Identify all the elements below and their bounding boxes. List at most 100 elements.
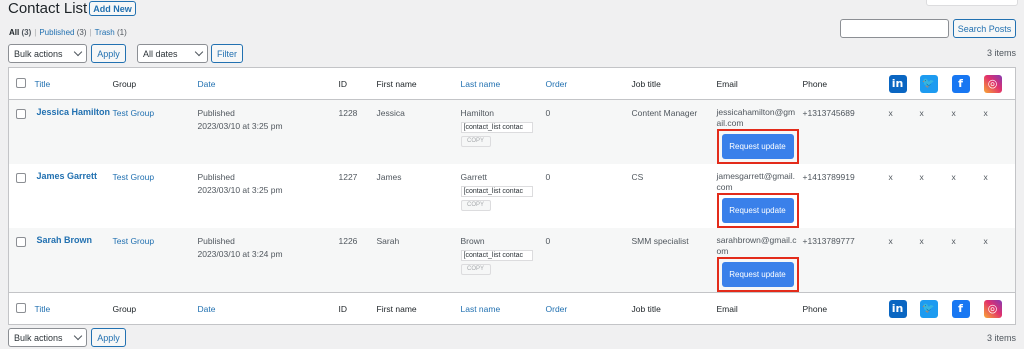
column-email: Email <box>716 303 738 314</box>
top-partial-input[interactable] <box>926 0 1018 6</box>
copy-button[interactable]: COPY <box>460 200 491 211</box>
status-text: Published <box>197 236 235 246</box>
instagram-value: x <box>983 172 988 182</box>
items-count-top: 3 items <box>987 48 1017 58</box>
chevron-down-icon <box>194 47 204 57</box>
last-name-text: Garrett <box>460 172 487 182</box>
view-separator: | <box>34 28 37 37</box>
apply-button-bottom[interactable]: Apply <box>91 328 126 347</box>
twitter-icon: 🐦 <box>919 299 938 318</box>
linkedin-icon: in <box>888 74 907 93</box>
copy-button[interactable]: COPY <box>460 264 491 275</box>
twitter-value: x <box>919 236 924 246</box>
view-separator: | <box>89 28 92 37</box>
apply-button[interactable]: Apply <box>91 44 126 63</box>
column-job-title: Job title <box>631 303 661 314</box>
linkedin-icon: in <box>888 299 907 318</box>
column-id: ID <box>338 78 348 89</box>
linkedin-value: x <box>888 236 893 246</box>
column-id: ID <box>338 303 348 314</box>
table-row: Jessica Hamilton Test Group Published 202… <box>8 99 1016 164</box>
column-title[interactable]: Title <box>35 304 51 314</box>
date-filter-value: All dates <box>143 48 178 59</box>
date-text: 2023/03/10 at 3:25 pm <box>197 121 283 131</box>
items-count-bottom: 3 items <box>987 333 1017 343</box>
date-text: 2023/03/10 at 3:24 pm <box>197 249 283 259</box>
row-title-link[interactable]: James Garrett <box>37 171 98 181</box>
column-group: Group <box>112 303 137 314</box>
column-order[interactable]: Order <box>546 79 568 89</box>
view-trash[interactable]: Trash (1) <box>95 28 127 37</box>
bulk-actions-select[interactable]: Bulk actions <box>8 44 87 63</box>
last-name-text: Hamilton <box>460 108 495 118</box>
column-phone: Phone <box>802 303 828 314</box>
status-text: Published <box>197 108 235 118</box>
facebook-value: x <box>951 172 956 182</box>
select-all-checkbox[interactable] <box>16 302 26 313</box>
linkedin-value: x <box>888 172 893 182</box>
column-order[interactable]: Order <box>546 304 568 314</box>
column-first-name: First name <box>376 303 417 314</box>
column-last-name[interactable]: Last name <box>461 304 501 314</box>
view-all[interactable]: All (3) <box>9 28 31 37</box>
filter-button[interactable]: Filter <box>211 44 243 63</box>
bulk-actions-select-bottom[interactable]: Bulk actions <box>8 328 87 347</box>
group-link[interactable]: Test Group <box>113 236 155 246</box>
group-link[interactable]: Test Group <box>113 172 155 182</box>
email-text: jessicahamilton@gmail.com <box>716 107 796 128</box>
shortcode-field[interactable]: [contact_list contac <box>460 250 533 261</box>
table-footer-row: Title Group Date ID First name Last name… <box>8 292 1016 325</box>
shortcode-field[interactable]: [contact_list contac <box>460 122 533 133</box>
column-phone: Phone <box>802 78 828 89</box>
table-row: Sarah Brown Test Group Published 2023/03/… <box>8 228 1016 293</box>
request-update-button[interactable]: Request update <box>721 262 794 287</box>
linkedin-value: x <box>888 108 893 118</box>
row-title-link[interactable]: Sarah Brown <box>37 235 93 245</box>
column-email: Email <box>716 78 738 89</box>
copy-button[interactable]: COPY <box>460 136 491 147</box>
column-title[interactable]: Title <box>35 79 51 89</box>
job-title-cell: CS <box>631 172 644 182</box>
search-posts-button[interactable]: Search Posts <box>953 19 1016 38</box>
request-update-button[interactable]: Request update <box>721 134 794 159</box>
email-text: sarahbrown@gmail.com <box>716 235 797 256</box>
phone-cell: +1313789777 <box>802 236 855 246</box>
instagram-icon: ◎ <box>983 299 1002 318</box>
column-last-name[interactable]: Last name <box>461 79 501 89</box>
request-update-button[interactable]: Request update <box>721 198 794 223</box>
shortcode-field[interactable]: [contact_list contac <box>460 186 533 197</box>
row-checkbox[interactable] <box>16 109 26 119</box>
group-link[interactable]: Test Group <box>113 108 155 118</box>
view-published[interactable]: Published (3) <box>39 28 86 37</box>
column-first-name: First name <box>376 78 417 89</box>
twitter-value: x <box>919 108 924 118</box>
date-text: 2023/03/10 at 3:25 pm <box>197 185 283 195</box>
date-filter-select[interactable]: All dates <box>137 44 208 63</box>
twitter-value: x <box>919 172 924 182</box>
status-views: All (3) | Published (3) | Trash (1) <box>9 28 127 37</box>
column-group: Group <box>112 78 137 89</box>
column-date[interactable]: Date <box>198 79 216 89</box>
chevron-down-icon <box>73 47 83 57</box>
select-all-checkbox[interactable] <box>16 77 26 88</box>
bulk-actions-value: Bulk actions <box>14 332 63 343</box>
phone-cell: +1313745689 <box>802 108 855 118</box>
bulk-actions-value: Bulk actions <box>14 48 63 59</box>
search-input[interactable] <box>840 19 949 38</box>
column-date[interactable]: Date <box>198 304 216 314</box>
instagram-value: x <box>983 236 988 246</box>
chevron-down-icon <box>73 331 83 341</box>
add-new-button[interactable]: Add New <box>89 1 136 16</box>
table-header-row: Title Group Date ID First name Last name… <box>8 68 1016 100</box>
instagram-icon: ◎ <box>983 74 1002 93</box>
twitter-icon: 🐦 <box>919 74 938 93</box>
facebook-value: x <box>951 108 956 118</box>
order-cell: 0 <box>545 172 551 182</box>
row-checkbox[interactable] <box>16 173 26 183</box>
row-checkbox[interactable] <box>16 237 26 247</box>
order-cell: 0 <box>545 108 551 118</box>
first-name-cell: Jessica <box>376 108 405 118</box>
job-title-cell: SMM specialist <box>631 236 689 246</box>
contacts-table: Title Group Date ID First name Last name… <box>8 67 1016 325</box>
row-title-link[interactable]: Jessica Hamilton <box>37 107 111 117</box>
